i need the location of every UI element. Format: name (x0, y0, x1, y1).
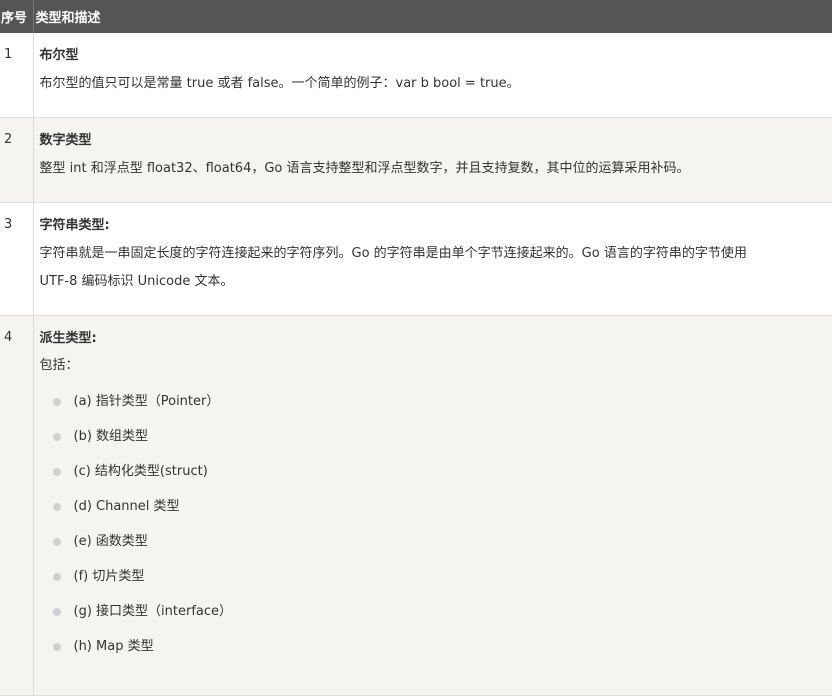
bullet-icon (52, 432, 61, 441)
type-description: 布尔型的值只可以是常量 true 或者 false。一个简单的例子：var b … (39, 76, 520, 91)
row-content: 数字类型 整型 int 和浮点型 float32、float64，Go 语言支持… (33, 117, 832, 203)
list-item: (d) Channel 类型 (52, 489, 823, 524)
list-item: (a) 指针类型（Pointer） (52, 384, 823, 419)
type-description-line: 字符串就是一串固定长度的字符连接起来的字符序列。Go 的字符串是由单个字节连接起… (39, 246, 747, 261)
row-content: 布尔型 布尔型的值只可以是常量 true 或者 false。一个简单的例子：va… (33, 33, 832, 118)
list-item: (g) 接口类型（interface） (52, 594, 823, 629)
type-name: 派生类型: (39, 331, 97, 346)
header-index: 序号 (0, 0, 33, 33)
table-header-row: 序号 类型和描述 (0, 0, 832, 33)
row-number: 3 (0, 202, 34, 316)
list-item: (b) 数组类型 (52, 419, 823, 454)
list-item-label: (b) 数组类型 (73, 429, 149, 444)
list-item-label: (e) 函数类型 (73, 534, 148, 549)
header-type-desc: 类型和描述 (32, 0, 832, 33)
type-name: 数字类型 (39, 133, 92, 148)
list-item: (f) 切片类型 (52, 559, 823, 594)
includes-label: 包括： (39, 358, 79, 373)
row-number: 1 (0, 33, 34, 118)
row-content: 派生类型: 包括： (a) 指针类型（Pointer） (b) 数组类型 (c)… (33, 315, 832, 696)
data-types-table: 序号 类型和描述 1 布尔型 布尔型的值只可以是常量 true 或者 false… (0, 0, 832, 696)
list-item-label: (h) Map 类型 (73, 639, 154, 654)
bullet-icon (52, 607, 61, 616)
bullet-icon (52, 642, 61, 651)
table-row: 1 布尔型 布尔型的值只可以是常量 true 或者 false。一个简单的例子：… (0, 33, 832, 118)
bullet-icon (52, 537, 61, 546)
type-name: 字符串类型: (39, 218, 110, 233)
bullet-icon (52, 467, 61, 476)
list-item: (c) 结构化类型(struct) (52, 454, 823, 489)
list-item-label: (f) 切片类型 (73, 569, 145, 584)
derived-types-list: (a) 指针类型（Pointer） (b) 数组类型 (c) 结构化类型(str… (40, 384, 823, 664)
bullet-icon (52, 502, 61, 511)
row-number: 4 (0, 315, 34, 696)
type-description: 字符串就是一串固定长度的字符连接起来的字符序列。Go 的字符串是由单个字节连接起… (40, 240, 823, 296)
type-description-line: UTF-8 编码标识 Unicode 文本。 (39, 274, 234, 289)
bullet-icon (52, 572, 61, 581)
list-item-label: (c) 结构化类型(struct) (73, 464, 208, 479)
bullet-icon (52, 397, 61, 406)
row-content: 字符串类型: 字符串就是一串固定长度的字符连接起来的字符序列。Go 的字符串是由… (33, 202, 832, 316)
list-item-label: (a) 指针类型（Pointer） (73, 394, 220, 409)
type-name: 布尔型 (39, 48, 79, 63)
table-row: 2 数字类型 整型 int 和浮点型 float32、float64，Go 语言… (0, 117, 832, 203)
list-item: (e) 函数类型 (52, 524, 823, 559)
row-number: 2 (0, 117, 34, 203)
list-item-label: (g) 接口类型（interface） (73, 604, 233, 619)
list-item: (h) Map 类型 (52, 629, 823, 664)
list-item-label: (d) Channel 类型 (73, 499, 180, 514)
table-row: 4 派生类型: 包括： (a) 指针类型（Pointer） (b) 数组类型 (… (0, 315, 832, 696)
table-row: 3 字符串类型: 字符串就是一串固定长度的字符连接起来的字符序列。Go 的字符串… (0, 202, 832, 316)
type-description: 整型 int 和浮点型 float32、float64，Go 语言支持整型和浮点… (39, 161, 690, 176)
